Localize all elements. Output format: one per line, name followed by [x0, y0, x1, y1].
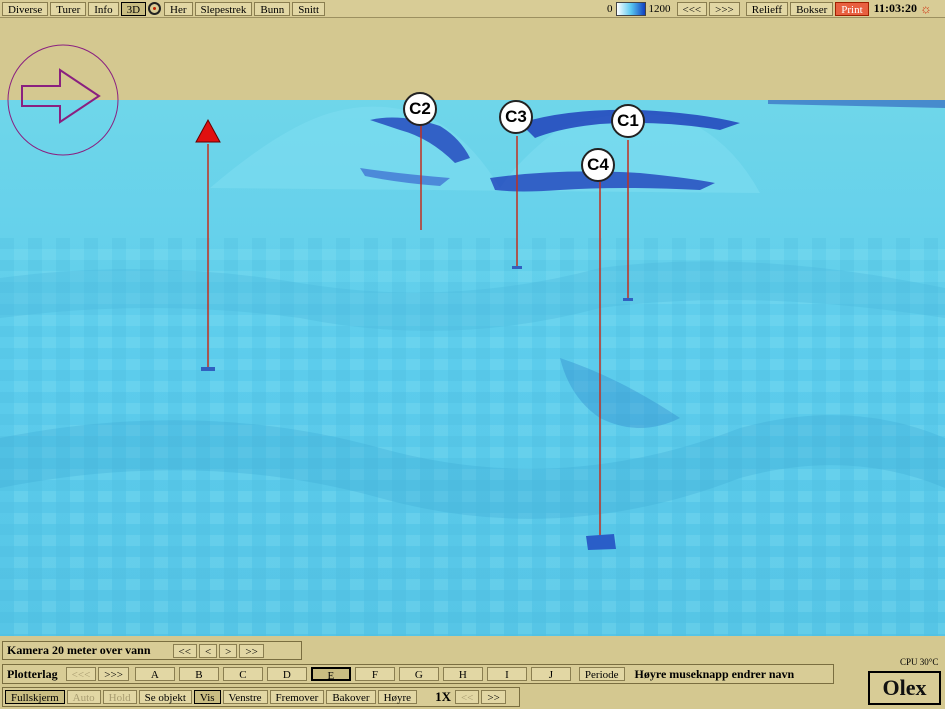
print-button[interactable]: Print	[835, 1, 869, 16]
target-icon[interactable]	[148, 2, 162, 15]
plotter-next-button[interactable]: >>>	[98, 667, 129, 681]
marker-c3[interactable]: C3	[499, 100, 533, 134]
layer-h[interactable]: H	[442, 667, 483, 681]
menu-bunn[interactable]: Bunn	[254, 1, 291, 16]
depth-scale-bar[interactable]	[615, 1, 646, 16]
camera-fast-back-button[interactable]: <<	[172, 643, 197, 658]
speed-label: 1X	[435, 689, 451, 704]
layer-f[interactable]: F	[354, 667, 395, 681]
camera-panel: Kamera 20 meter over vann << < > >>	[2, 641, 302, 660]
sun-icon[interactable]: ☼	[920, 2, 932, 15]
marker-c4[interactable]: C4	[581, 148, 615, 182]
layer-i[interactable]: I	[486, 667, 527, 681]
marker-c1[interactable]: C1	[611, 104, 645, 138]
auto-button[interactable]: Auto	[66, 690, 101, 704]
backward-button[interactable]: Bakover	[326, 690, 376, 704]
camera-forward-button[interactable]: >	[219, 643, 238, 658]
show-button[interactable]: Vis	[193, 690, 221, 704]
navigation-panel: Fullskjerm Auto Hold Se objekt Vis Venst…	[2, 687, 520, 707]
view-object-button[interactable]: Se objekt	[138, 690, 192, 704]
layer-j[interactable]: J	[530, 667, 571, 681]
marker-c2[interactable]: C2	[403, 92, 437, 126]
camera-back-button[interactable]: <	[198, 643, 218, 658]
top-toolbar: Diverse Turer Info 3D Her Slepestrek Bun…	[0, 0, 945, 18]
menu-snitt[interactable]: Snitt	[292, 1, 326, 16]
period-button[interactable]: Periode	[578, 667, 625, 681]
right-button[interactable]: Høyre	[377, 690, 418, 704]
speed-down-button[interactable]: <<	[454, 690, 480, 704]
menu-slepestrek[interactable]: Slepestrek	[194, 1, 253, 16]
pin-base-c4	[586, 534, 616, 550]
hold-button[interactable]: Hold	[102, 690, 137, 704]
cpu-temperature: CPU 30°C	[900, 657, 939, 667]
menu-turer[interactable]: Turer	[50, 1, 87, 16]
seabed-terrain	[0, 18, 945, 636]
layer-e[interactable]: E	[310, 667, 351, 682]
menu-diverse[interactable]: Diverse	[2, 1, 49, 16]
clock: 11:03:20	[873, 1, 918, 15]
boxes-button[interactable]: Bokser	[790, 1, 834, 16]
camera-label: Kamera 20 meter over vann	[7, 643, 151, 657]
plotter-layer-panel: Plotterlag <<< >>> A B C D E F G H I J P…	[2, 664, 834, 684]
fullscreen-button[interactable]: Fullskjerm	[5, 690, 65, 704]
scale-prev-button[interactable]: <<<	[676, 1, 708, 16]
depth-scale-max: 1200	[648, 2, 671, 15]
plotter-prev-button[interactable]: <<<	[65, 667, 97, 681]
menu-her[interactable]: Her	[164, 1, 193, 16]
layer-b[interactable]: B	[178, 667, 219, 681]
speed-up-button[interactable]: >>	[481, 690, 506, 704]
layer-a[interactable]: A	[134, 667, 175, 681]
menu-3d[interactable]: 3D	[120, 1, 147, 16]
depth-scale-min: 0	[607, 2, 613, 15]
rename-hint: Høyre museknapp endrer navn	[634, 666, 795, 681]
relief-button[interactable]: Relieff	[745, 1, 789, 16]
plotter-label: Plotterlag	[7, 666, 58, 681]
layer-g[interactable]: G	[398, 667, 439, 681]
layer-d[interactable]: D	[266, 667, 307, 681]
olex-logo: Olex	[868, 671, 941, 705]
3d-seabed-view[interactable]: C2 C3 C1 C4	[0, 18, 945, 636]
camera-fast-forward-button[interactable]: >>	[239, 643, 264, 658]
left-button[interactable]: Venstre	[222, 690, 268, 704]
forward-button[interactable]: Fremover	[269, 690, 325, 704]
layer-c[interactable]: C	[222, 667, 263, 681]
scale-next-button[interactable]: >>>	[709, 1, 740, 16]
menu-info[interactable]: Info	[88, 1, 119, 16]
